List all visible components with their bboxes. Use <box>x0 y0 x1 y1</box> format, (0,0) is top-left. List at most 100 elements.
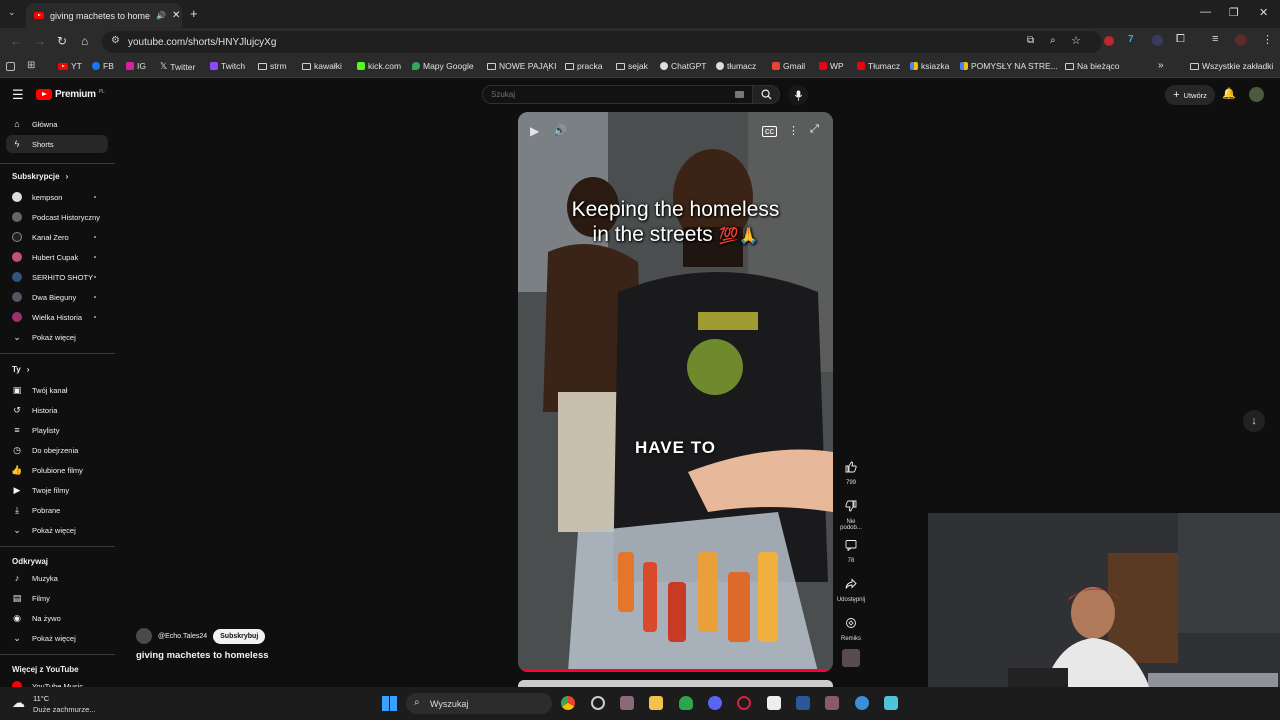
create-button[interactable]: + Utwórz <box>1165 85 1215 105</box>
extension-icon[interactable] <box>1152 35 1163 46</box>
subscribe-button[interactable]: Subskrybuj <box>213 628 266 644</box>
bookmark-chatgpt[interactable]: ChatGPT <box>660 61 706 71</box>
bookmark-yt[interactable]: YT <box>58 61 82 71</box>
video-progress-bar[interactable] <box>518 669 830 672</box>
more-bookmarks-chevron-icon[interactable]: » <box>1158 60 1164 71</box>
volume-icon[interactable]: 🔊 <box>553 124 567 138</box>
bookmark-sejak[interactable]: sejak <box>616 61 648 71</box>
site-info-icon[interactable]: ⚙ <box>111 35 120 46</box>
channel-handle[interactable]: @Echo.Tales24 <box>158 633 207 640</box>
dislike-button[interactable]: Nie podob... <box>836 495 866 531</box>
profile-avatar[interactable] <box>1235 34 1247 46</box>
discord-icon[interactable] <box>708 696 722 710</box>
reload-icon[interactable]: ↻ <box>57 34 67 48</box>
bookmark-kawalki[interactable]: kawałki <box>302 61 342 71</box>
sidebar-item-subscription[interactable]: Kanał Zero <box>6 228 108 246</box>
file-explorer-icon[interactable] <box>649 696 663 710</box>
bookmark-twitter[interactable]: 𝕏 Twitter <box>160 61 195 72</box>
media-control-icon[interactable]: ≡ <box>1212 33 1218 45</box>
sidebar-item-live[interactable]: ◉ Na żywo <box>6 609 108 627</box>
bookmark-tlumacz-2[interactable]: Tłumacz <box>857 61 900 71</box>
like-button[interactable]: 799 <box>836 456 866 486</box>
notepad-icon[interactable] <box>884 696 898 710</box>
short-title[interactable]: giving machetes to homeless <box>136 650 269 661</box>
sidebar-item-subscription[interactable]: Dwa Bieguny <box>6 288 108 306</box>
sidebar-show-more-explore[interactable]: ⌄ Pokaż więcej <box>6 629 108 647</box>
home-icon[interactable]: ⌂ <box>81 34 88 48</box>
extensions-puzzle-icon[interactable]: ⧠ <box>1176 33 1185 46</box>
sound-thumbnail[interactable] <box>842 649 860 667</box>
all-bookmarks[interactable]: Wszystkie zakładki <box>1190 61 1273 71</box>
browser-menu-icon[interactable]: ⋮ <box>1262 33 1273 46</box>
sidebar-item-shorts[interactable]: ϟ Shorts <box>6 135 108 153</box>
sidebar-item-music[interactable]: ♪ Muzyka <box>6 569 108 587</box>
new-tab-icon[interactable]: + <box>190 6 198 21</box>
search-input[interactable]: Szukaj <box>482 85 753 104</box>
sidebar-show-more-you[interactable]: ⌄ Pokaż więcej <box>6 521 108 539</box>
bookmark-gmail[interactable]: Gmail <box>772 61 805 71</box>
fullscreen-icon[interactable]: ⤢ <box>810 123 819 136</box>
bookmark-twitch[interactable]: Twitch <box>210 61 245 71</box>
windows-start-icon[interactable] <box>382 696 397 711</box>
apps-grid-icon[interactable]: ⊞ <box>27 60 35 71</box>
sidebar-item-playlists[interactable]: ≡ Playlisty <box>6 421 108 439</box>
sidebar-item-watch-later[interactable]: ◷ Do obejrzenia <box>6 441 108 459</box>
back-icon[interactable]: ← <box>10 34 22 48</box>
captions-icon[interactable]: cc <box>762 126 777 137</box>
forward-icon[interactable]: → <box>34 34 46 48</box>
opera-icon[interactable] <box>737 696 751 710</box>
bookmark-star-icon[interactable]: ☆ <box>1071 34 1081 47</box>
window-close-icon[interactable]: ✕ <box>1259 6 1268 19</box>
search-button[interactable] <box>752 85 780 104</box>
record-extension-icon[interactable] <box>1104 36 1114 46</box>
bookmark-na-biezaco[interactable]: Na bieżąco <box>1065 61 1120 71</box>
bookmark-pracka[interactable]: pracka <box>565 61 603 71</box>
bookmark-nowe-pajaki[interactable]: NOWE PAJĄKI <box>487 61 556 71</box>
chrome-icon[interactable] <box>561 696 575 710</box>
zoom-icon[interactable]: ⌕ <box>1050 35 1056 46</box>
bookmark-tlumacz[interactable]: tłumacz <box>716 61 756 71</box>
photos-icon[interactable] <box>620 696 634 710</box>
remix-button[interactable]: Remiks <box>836 612 866 642</box>
you-header[interactable]: Ty › <box>12 365 29 374</box>
bookmark-pomysly[interactable]: POMYSŁY NA STRE... <box>960 61 1058 71</box>
taskbar-search[interactable]: ⌕ Wyszukaj <box>406 693 552 714</box>
bookmark-kick[interactable]: kick.com <box>357 61 401 71</box>
sidebar-item-liked[interactable]: 👍 Polubione filmy <box>6 461 108 479</box>
sidebar-item-subscription[interactable]: Wielka Historia <box>6 308 108 326</box>
word-icon[interactable] <box>796 696 810 710</box>
sidebar-item-your-channel[interactable]: ▣ Twój kanał <box>6 381 108 399</box>
tab-close-icon[interactable]: ✕ <box>172 10 180 21</box>
sidebar-item-home[interactable]: ⌂ Główna <box>6 115 108 133</box>
app-icon[interactable] <box>591 696 605 710</box>
more-options-icon[interactable]: ⋮ <box>788 124 799 137</box>
install-app-icon[interactable]: ⧉ <box>1027 35 1034 46</box>
play-icon[interactable]: ▶ <box>530 124 539 138</box>
subscriptions-header[interactable]: Subskrypcje › <box>12 172 68 181</box>
channel-avatar[interactable] <box>136 628 152 644</box>
sidebar-item-subscription[interactable]: SERHITO SHOTY <box>6 268 108 286</box>
address-bar[interactable]: ⚙ youtube.com/shorts/HNYJlujcyXg ⧉ ⌕ ☆ <box>102 31 1102 53</box>
account-avatar[interactable] <box>1249 87 1264 102</box>
bookmark-ksiazka[interactable]: ksiazka <box>910 61 949 71</box>
voice-search-button[interactable] <box>788 85 808 105</box>
extension-7tv-icon[interactable]: 7 <box>1128 34 1134 45</box>
maximize-icon[interactable]: ❐ <box>1229 6 1239 19</box>
photo-app-icon[interactable] <box>825 696 839 710</box>
weather-icon[interactable]: ☁ <box>12 695 25 711</box>
notifications-bell-icon[interactable]: 🔔 <box>1222 87 1236 100</box>
sidebar-toggle-icon[interactable] <box>6 62 15 71</box>
browser-tab-active[interactable]: giving machetes to homele 🔊 ✕ <box>26 3 182 28</box>
bookmark-mapy[interactable]: Mapy Google <box>412 61 474 71</box>
sidebar-show-more-subscriptions[interactable]: ⌄ Pokaż więcej <box>6 328 108 346</box>
sidebar-item-history[interactable]: ↺ Historia <box>6 401 108 419</box>
tab-search-chevron-icon[interactable]: ⌄ <box>8 7 16 18</box>
tab-audio-icon[interactable]: 🔊 <box>156 11 166 20</box>
share-button[interactable]: Udostępnij <box>836 573 866 603</box>
sidebar-item-subscription[interactable]: kempson <box>6 188 108 206</box>
short-video-player[interactable]: ▶ 🔊 cc ⋮ ⤢ Keeping the homeless in the s… <box>518 112 833 672</box>
security-icon[interactable] <box>679 696 693 710</box>
bookmark-fb[interactable]: FB <box>92 61 114 71</box>
sidebar-item-subscription[interactable]: Hubert Cupak <box>6 248 108 266</box>
sidebar-item-movies[interactable]: ▤ Filmy <box>6 589 108 607</box>
